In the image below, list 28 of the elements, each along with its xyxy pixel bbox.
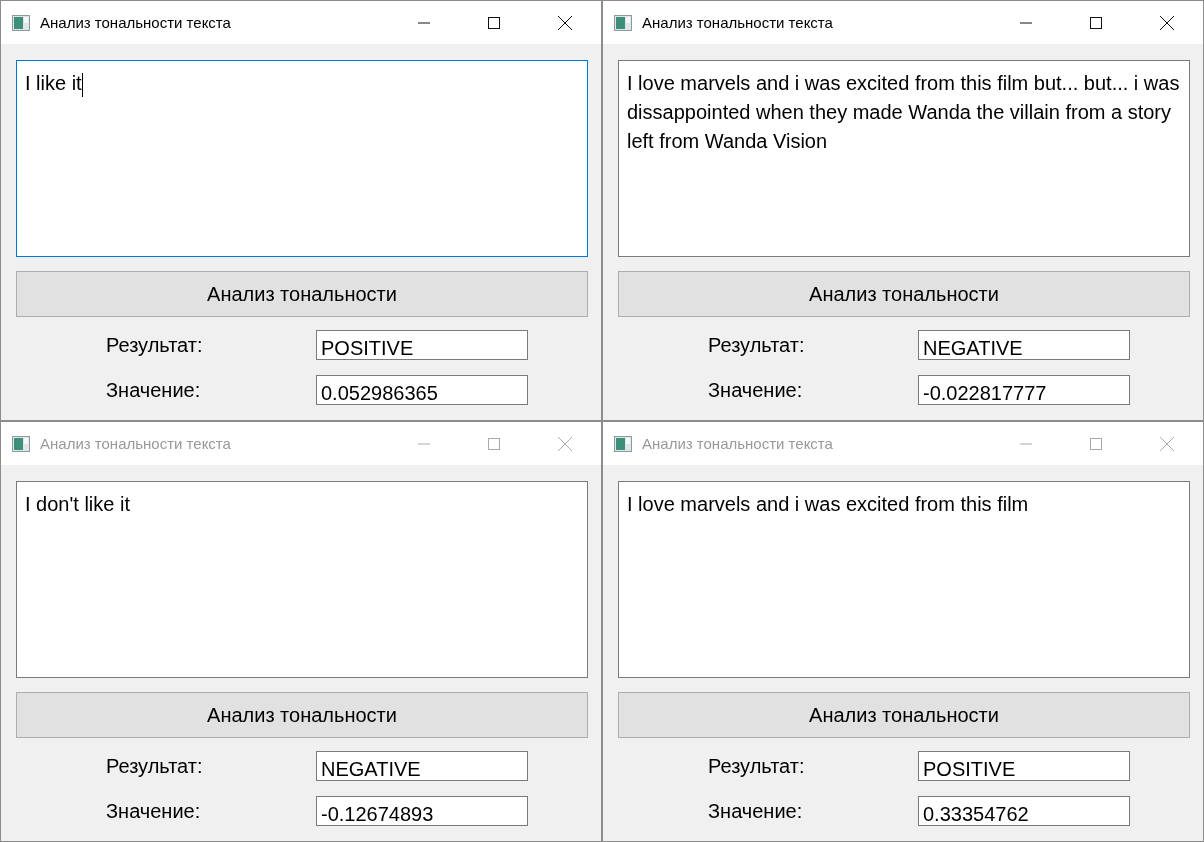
- result-label: Результат:: [105, 333, 204, 357]
- analyze-button[interactable]: Анализ тональности: [618, 271, 1190, 317]
- maximize-icon[interactable]: [487, 15, 501, 30]
- value-label: Значение:: [105, 378, 202, 402]
- window-title: Анализ тональности текста: [40, 435, 231, 452]
- result-label: Результат:: [105, 754, 204, 778]
- value-label: Значение:: [707, 378, 804, 402]
- value-label: Значение:: [707, 799, 804, 823]
- close-icon[interactable]: [1159, 14, 1175, 31]
- app-icon: [614, 14, 632, 31]
- text-input-field[interactable]: I love marvels and i was excited from this film but... but... i was dissappointed when they made Wanda the villain from a story left from Wanda Vision: [618, 60, 1190, 257]
- window-title: Анализ тональности текста: [40, 14, 231, 31]
- app-icon: [614, 435, 632, 452]
- result-field[interactable]: NEGATIVE: [918, 330, 1130, 360]
- close-icon[interactable]: [557, 14, 573, 31]
- window-title: Анализ тональности текста: [642, 435, 833, 452]
- app-icon: [12, 14, 30, 31]
- result-label: Результат:: [707, 333, 806, 357]
- text-input-field[interactable]: I like it: [16, 60, 588, 257]
- app-icon: [12, 435, 30, 452]
- value-field[interactable]: -0.022817777: [918, 375, 1130, 405]
- result-label: Результат:: [707, 754, 806, 778]
- value-label: Значение:: [105, 799, 202, 823]
- value-field[interactable]: 0.052986365: [316, 375, 528, 405]
- maximize-icon[interactable]: [1089, 15, 1103, 30]
- result-field[interactable]: POSITIVE: [316, 330, 528, 360]
- analyze-button[interactable]: Анализ тональности: [16, 271, 588, 317]
- window-title: Анализ тональности текста: [642, 14, 833, 31]
